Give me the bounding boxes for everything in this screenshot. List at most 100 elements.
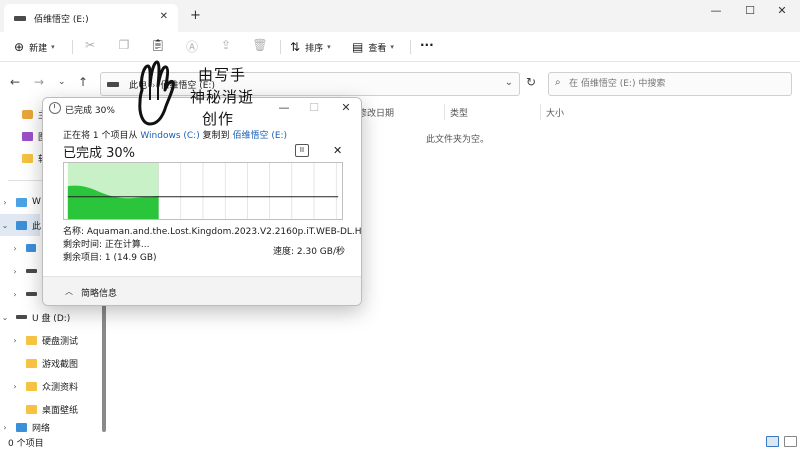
share-icon[interactable]: ⇪	[218, 38, 234, 54]
new-label: 新建	[29, 43, 48, 54]
chevron-down-icon: ▾	[390, 43, 394, 51]
divider	[280, 40, 281, 54]
sidebar-item-folder[interactable]: 桌面壁纸	[0, 399, 100, 419]
divider	[410, 40, 411, 54]
source-link[interactable]: Windows (C:)	[140, 131, 199, 141]
chevron-right-icon[interactable]: ›	[0, 198, 10, 207]
cancel-copy-button[interactable]: ✕	[333, 144, 342, 157]
column-header-type[interactable]: 类型	[450, 106, 468, 119]
home-icon	[22, 109, 33, 119]
chevron-up-icon[interactable]: ︿	[65, 286, 73, 297]
plus-icon: ⊕	[14, 40, 25, 54]
dialog-body: 正在将 1 个项目从 Windows (C:) 复制到 佰维悟空 (E:) 已完…	[43, 120, 362, 270]
sidebar-scrollbar[interactable]	[102, 302, 106, 432]
view-icon: ▤	[352, 40, 364, 54]
refresh-icon[interactable]: ↻	[526, 75, 536, 89]
sidebar-item-folder[interactable]: › 众测资料	[0, 376, 100, 396]
dialog-footer: ︿ 简略信息	[43, 276, 361, 305]
sort-button[interactable]: ⇅ 排序 ▾	[290, 40, 331, 54]
column-header-date[interactable]: 修改日期	[358, 106, 394, 119]
folder-icon	[26, 404, 37, 414]
details-view-button[interactable]	[766, 436, 779, 447]
new-tab-button[interactable]: +	[190, 8, 201, 23]
chevron-down-icon[interactable]: ⌄	[0, 313, 10, 322]
tab-drive-e[interactable]: 佰维悟空 (E:) ✕	[4, 4, 178, 32]
watermark-text: 神秘消逝	[190, 88, 255, 106]
chevron-down-icon: ▾	[327, 43, 331, 51]
tab-title: 佰维悟空 (E:)	[34, 14, 89, 25]
drive-icon	[16, 315, 27, 319]
sidebar-item-usb-d[interactable]: ⌄ U 盘 (D:)	[0, 307, 100, 327]
dialog-maximize-button: ☐	[309, 101, 319, 114]
folder-icon	[22, 153, 33, 163]
progress-heading: 已完成 30%	[63, 146, 136, 161]
watermark-text: 创作	[202, 110, 235, 128]
dialog-close-button[interactable]: ✕	[337, 101, 355, 114]
search-box[interactable]: ⌕	[548, 72, 792, 96]
transfer-graph	[63, 162, 343, 220]
tiles-view-button[interactable]	[784, 436, 797, 447]
column-header-size[interactable]: 大小	[546, 106, 564, 119]
pause-button[interactable]: II	[295, 144, 309, 157]
more-options-button[interactable]: ···	[420, 38, 434, 52]
chevron-right-icon[interactable]: ›	[10, 267, 20, 276]
file-name: 名称: Aquaman.and.the.Lost.Kingdom.2023.V2…	[63, 227, 362, 237]
chevron-down-icon[interactable]: ⌄	[505, 77, 513, 88]
gallery-icon	[22, 131, 33, 141]
destination-link[interactable]: 佰维悟空 (E:)	[232, 131, 287, 141]
computer-icon	[16, 220, 27, 230]
chevron-right-icon[interactable]: ›	[0, 423, 10, 432]
network-icon	[16, 422, 27, 432]
rename-icon[interactable]: Ⓐ	[184, 38, 200, 54]
chevron-right-icon[interactable]: ›	[10, 336, 20, 345]
divider	[72, 40, 73, 54]
watermark: 由写手 神秘消逝 创作	[134, 60, 264, 130]
dialog-minimize-button[interactable]: —	[275, 101, 293, 114]
paste-icon[interactable]: 📋︎	[150, 38, 166, 54]
search-input[interactable]	[569, 76, 779, 92]
close-button[interactable]: ✕	[772, 4, 792, 17]
up-arrow-icon[interactable]: ↑	[78, 75, 88, 89]
tab-close-button[interactable]: ✕	[160, 11, 168, 22]
address-row: ← → ⌄ ↑ 此电 › 佰维悟空 (E:) ⌄ ↻ ⌕	[0, 62, 800, 102]
view-label: 查看	[368, 43, 387, 54]
transfer-speed: 速度: 2.30 GB/秒	[273, 247, 345, 257]
drive-icon	[26, 269, 37, 273]
chevron-right-icon[interactable]: ›	[10, 290, 20, 299]
status-bar: 0 个项目	[0, 434, 800, 450]
chevron-down-icon: ▾	[51, 43, 55, 51]
column-divider[interactable]	[444, 104, 445, 120]
cut-icon[interactable]: ✂	[82, 38, 98, 54]
windows-drive-icon	[26, 244, 36, 252]
view-button[interactable]: ▤ 查看 ▾	[352, 40, 394, 54]
time-remaining: 剩余时间: 正在计算...	[63, 240, 150, 250]
drive-icon	[14, 15, 26, 21]
items-remaining: 剩余项目: 1 (14.9 GB)	[63, 253, 157, 263]
sidebar-item-folder[interactable]: 游戏截图	[0, 353, 100, 373]
chevron-down-icon[interactable]: ⌄	[0, 221, 10, 230]
title-bar: 佰维悟空 (E:) ✕ + — ☐ ✕	[0, 0, 800, 32]
new-button[interactable]: ⊕ 新建 ▾	[14, 40, 55, 54]
drive-icon	[26, 292, 37, 296]
copy-icon[interactable]: ❐	[116, 38, 132, 54]
drive-icon	[107, 82, 119, 87]
watermark-text: 由写手	[198, 66, 247, 84]
hand-logo-icon	[138, 60, 175, 126]
chevron-right-icon[interactable]: ›	[10, 382, 20, 391]
forward-arrow-icon[interactable]: →	[34, 75, 44, 89]
less-details-button[interactable]: 简略信息	[81, 286, 117, 299]
search-icon: ⌕	[555, 77, 561, 88]
maximize-button[interactable]: ☐	[740, 4, 760, 17]
empty-folder-message: 此文件夹为空。	[426, 135, 490, 145]
sidebar-item-network[interactable]: › 网络	[0, 420, 100, 434]
recent-chevron-icon[interactable]: ⌄	[58, 77, 66, 87]
column-divider[interactable]	[540, 104, 541, 120]
back-arrow-icon[interactable]: ←	[10, 75, 20, 89]
dialog-title: 已完成 30%	[65, 106, 115, 116]
sort-icon: ⇅	[290, 40, 301, 54]
chevron-right-icon[interactable]: ›	[10, 244, 20, 253]
sidebar-item-folder[interactable]: › 硬盘测试	[0, 330, 100, 350]
minimize-button[interactable]: —	[706, 4, 726, 17]
delete-icon[interactable]: 🗑︎	[252, 38, 268, 54]
clock-icon	[49, 102, 61, 114]
